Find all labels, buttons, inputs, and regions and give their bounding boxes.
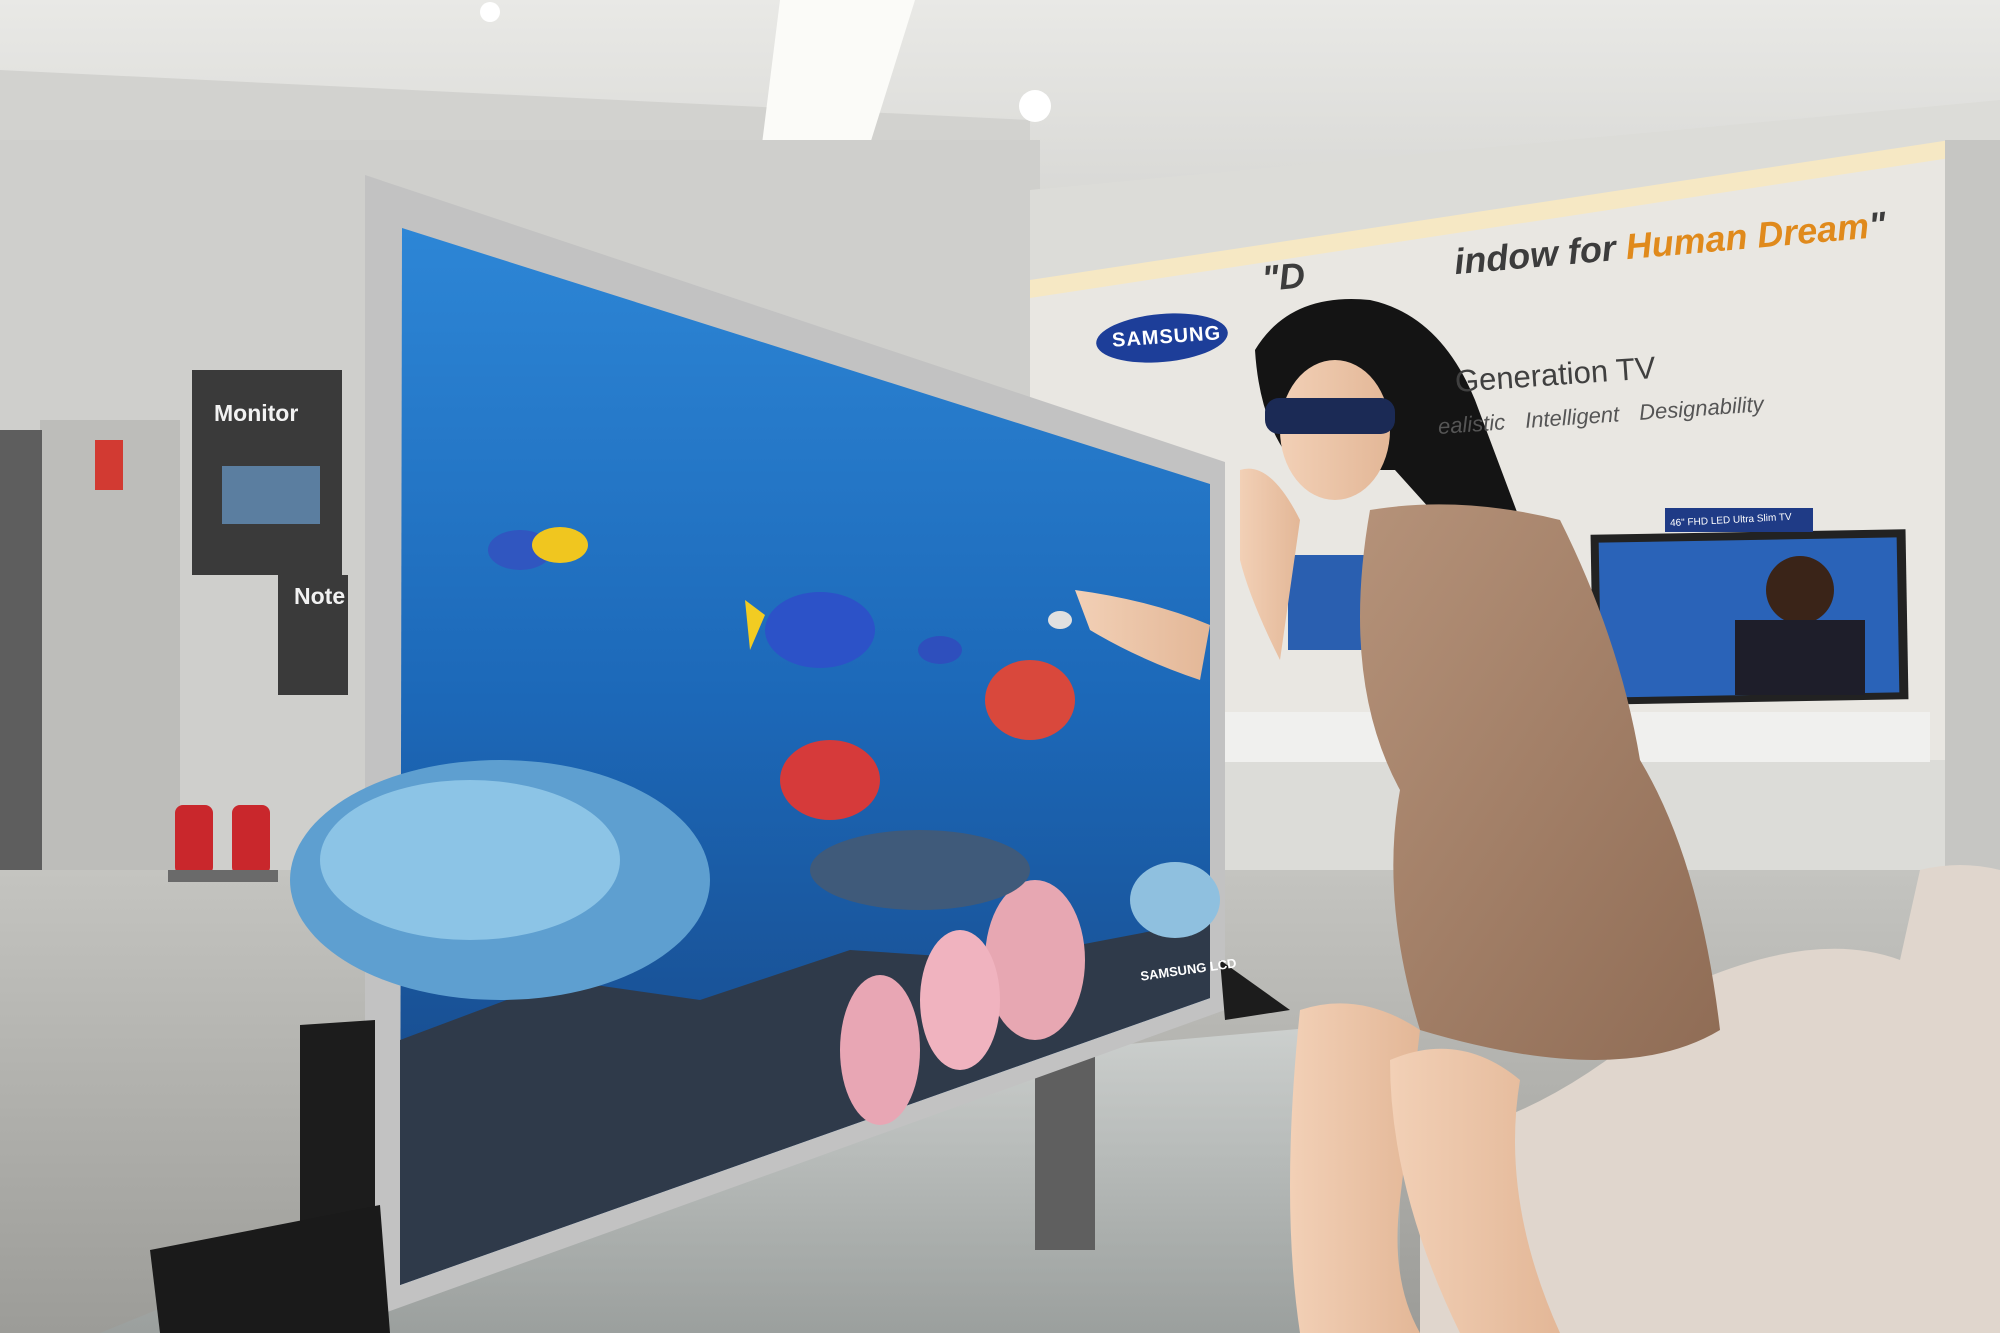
exit-sign [95, 440, 123, 490]
ceiling-spotlight [1019, 90, 1051, 122]
ceiling-spotlight [480, 2, 500, 22]
photo-scene: "D indow for Human Dream" Generation TV e… [0, 0, 2000, 1333]
right-column [1945, 140, 2000, 900]
column [40, 420, 180, 900]
legs [1290, 1003, 1420, 1333]
background-tv-person [1766, 556, 1834, 624]
background-tv-person-body [1735, 620, 1865, 695]
note-sign: Note [294, 583, 346, 609]
banner-quote-start: "D [1260, 254, 1307, 299]
monitor-thumbnail [222, 466, 320, 524]
3d-glasses [1265, 398, 1395, 434]
monitor-sign: Monitor [214, 400, 299, 426]
banner-quote-end: " [1866, 203, 1888, 246]
scene-illustration [0, 0, 2000, 1333]
doorway [0, 430, 42, 890]
